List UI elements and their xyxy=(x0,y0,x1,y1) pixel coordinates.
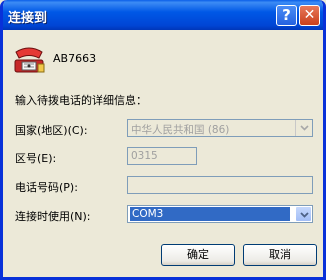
dialog-window: 连接到 ? ✕ AB7663 输入待拨电话的详细信息： 国家(地区)(C): 中… xyxy=(0,0,326,280)
chevron-down-icon xyxy=(295,120,312,136)
connect-using-select[interactable]: COM3 xyxy=(127,205,313,223)
country-label: 国家(地区)(C): xyxy=(15,124,88,137)
phone-icon xyxy=(12,42,46,76)
phone-number-label: 电话号码(P): xyxy=(15,181,78,194)
instruction-text: 输入待拨电话的详细信息： xyxy=(15,94,147,107)
country-select[interactable]: 中华人民共和国 (86) xyxy=(127,119,313,137)
entry-name: AB7663 xyxy=(53,52,97,65)
area-code-value: 0315 xyxy=(131,150,158,162)
area-code-input[interactable]: 0315 xyxy=(127,147,197,165)
connect-using-label: 连接时使用(N): xyxy=(15,210,91,223)
window-title: 连接到 xyxy=(8,11,48,26)
chevron-down-icon[interactable] xyxy=(295,206,312,222)
title-bar[interactable]: 连接到 ? ✕ xyxy=(3,0,323,30)
cancel-button[interactable]: 取消 xyxy=(243,244,317,266)
connect-using-value: COM3 xyxy=(130,207,290,221)
help-button[interactable]: ? xyxy=(276,5,297,26)
area-code-label: 区号(E): xyxy=(15,152,57,165)
ok-button[interactable]: 确定 xyxy=(161,244,235,266)
close-button[interactable]: ✕ xyxy=(299,5,320,26)
phone-number-input[interactable] xyxy=(127,176,313,194)
country-value: 中华人民共和国 (86) xyxy=(131,124,230,136)
